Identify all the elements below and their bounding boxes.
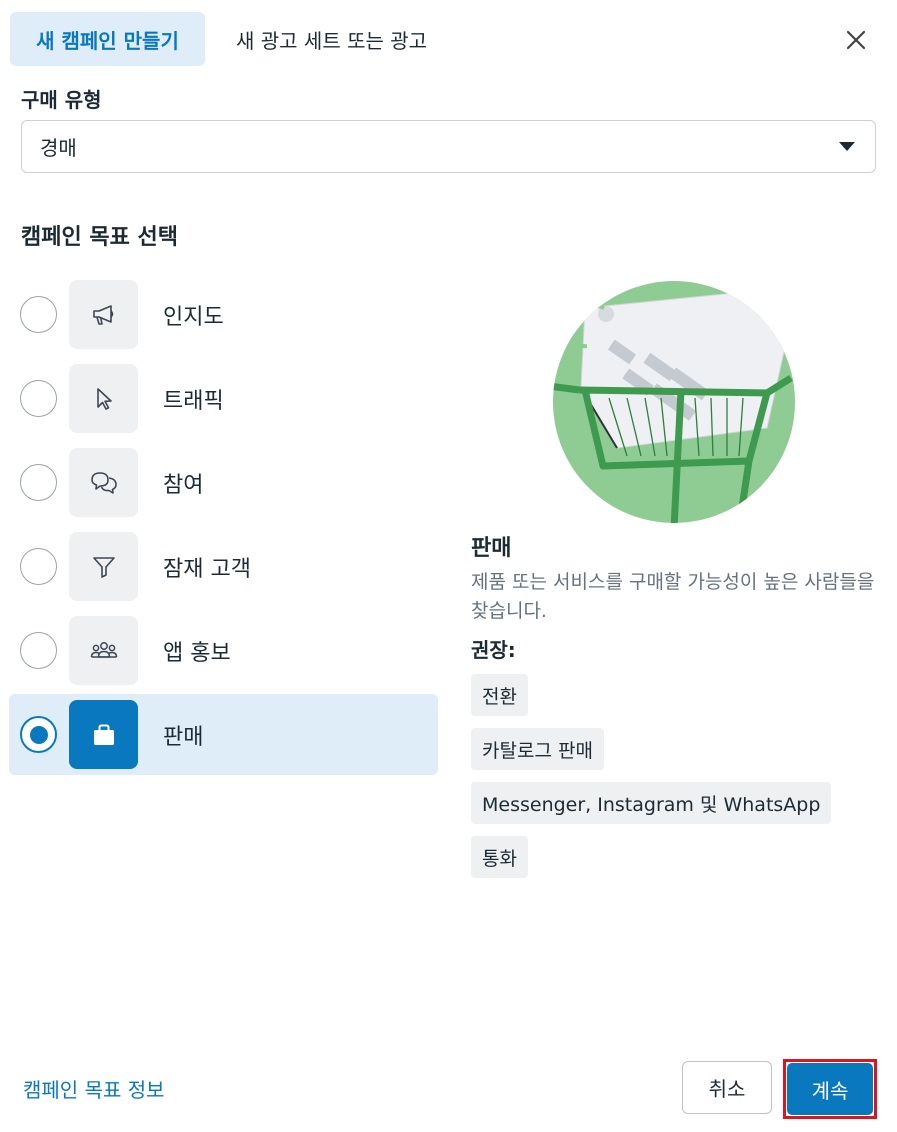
recommended-chip: 카탈로그 판매 [471, 728, 604, 770]
shopping-bag-icon [69, 700, 138, 769]
purchase-type-label: 구매 유형 [21, 88, 102, 112]
objective-label: 참여 [163, 472, 204, 498]
objective-label: 판매 [163, 724, 204, 750]
continue-button[interactable]: 계속 [787, 1063, 873, 1115]
purchase-type-value: 경매 [40, 136, 77, 160]
megaphone-icon [69, 280, 138, 349]
objective-item-sales[interactable]: 판매 [9, 694, 438, 775]
objective-item-engagement[interactable]: 참여 [9, 442, 438, 523]
objective-radio-traffic[interactable] [20, 380, 57, 417]
objective-item-traffic[interactable]: 트래픽 [9, 358, 438, 439]
objective-item-leads[interactable]: 잠재 고객 [9, 526, 438, 607]
objective-radio-awareness[interactable] [20, 296, 57, 333]
objective-label: 트래픽 [163, 388, 224, 414]
sales-cart-illustration [553, 281, 795, 523]
objective-heading: 캠페인 목표 선택 [21, 225, 178, 250]
tab-new-ad-set-or-ad[interactable]: 새 광고 세트 또는 광고 [222, 12, 441, 66]
objective-item-app-promotion[interactable]: 앱 홍보 [9, 610, 438, 691]
objective-radio-leads[interactable] [20, 548, 57, 585]
recommended-label: 권장: [471, 638, 516, 662]
objective-item-awareness[interactable]: 인지도 [9, 274, 438, 355]
continue-button-label: 계속 [811, 1078, 849, 1103]
funnel-icon [69, 532, 138, 601]
objective-label: 잠재 고객 [163, 556, 251, 582]
close-button[interactable] [836, 20, 876, 60]
recommended-chip: 통화 [471, 836, 528, 878]
objective-radio-sales[interactable] [20, 716, 57, 753]
recommended-chip: Messenger, Instagram 및 WhatsApp [471, 782, 832, 824]
chat-bubbles-icon [69, 448, 138, 517]
objective-info-link[interactable]: 캠페인 목표 정보 [23, 1074, 165, 1103]
detail-title: 판매 [471, 536, 512, 561]
objective-list: 인지도 트래픽 참여 잠재 고객 앱 홍보 판매 [9, 274, 438, 778]
purchase-type-dropdown[interactable]: 경매 [21, 120, 876, 173]
tab-new-campaign-label: 새 캠페인 만들기 [36, 28, 179, 53]
recommended-chip: 전환 [471, 674, 528, 716]
close-icon [846, 30, 866, 50]
tab-new-ad-set-label: 새 광고 세트 또는 광고 [236, 28, 428, 53]
detail-description: 제품 또는 서비스를 구매할 가능성이 높은 사람들을 찾습니다. [471, 571, 875, 622]
objective-label: 앱 홍보 [163, 640, 231, 666]
objective-radio-engagement[interactable] [20, 464, 57, 501]
tab-new-campaign[interactable]: 새 캠페인 만들기 [10, 12, 205, 66]
cancel-button[interactable]: 취소 [682, 1061, 772, 1114]
objective-radio-app-promotion[interactable] [20, 632, 57, 669]
cursor-icon [69, 364, 138, 433]
objective-label: 인지도 [163, 304, 224, 330]
people-group-icon [69, 616, 138, 685]
caret-down-icon [839, 142, 855, 151]
